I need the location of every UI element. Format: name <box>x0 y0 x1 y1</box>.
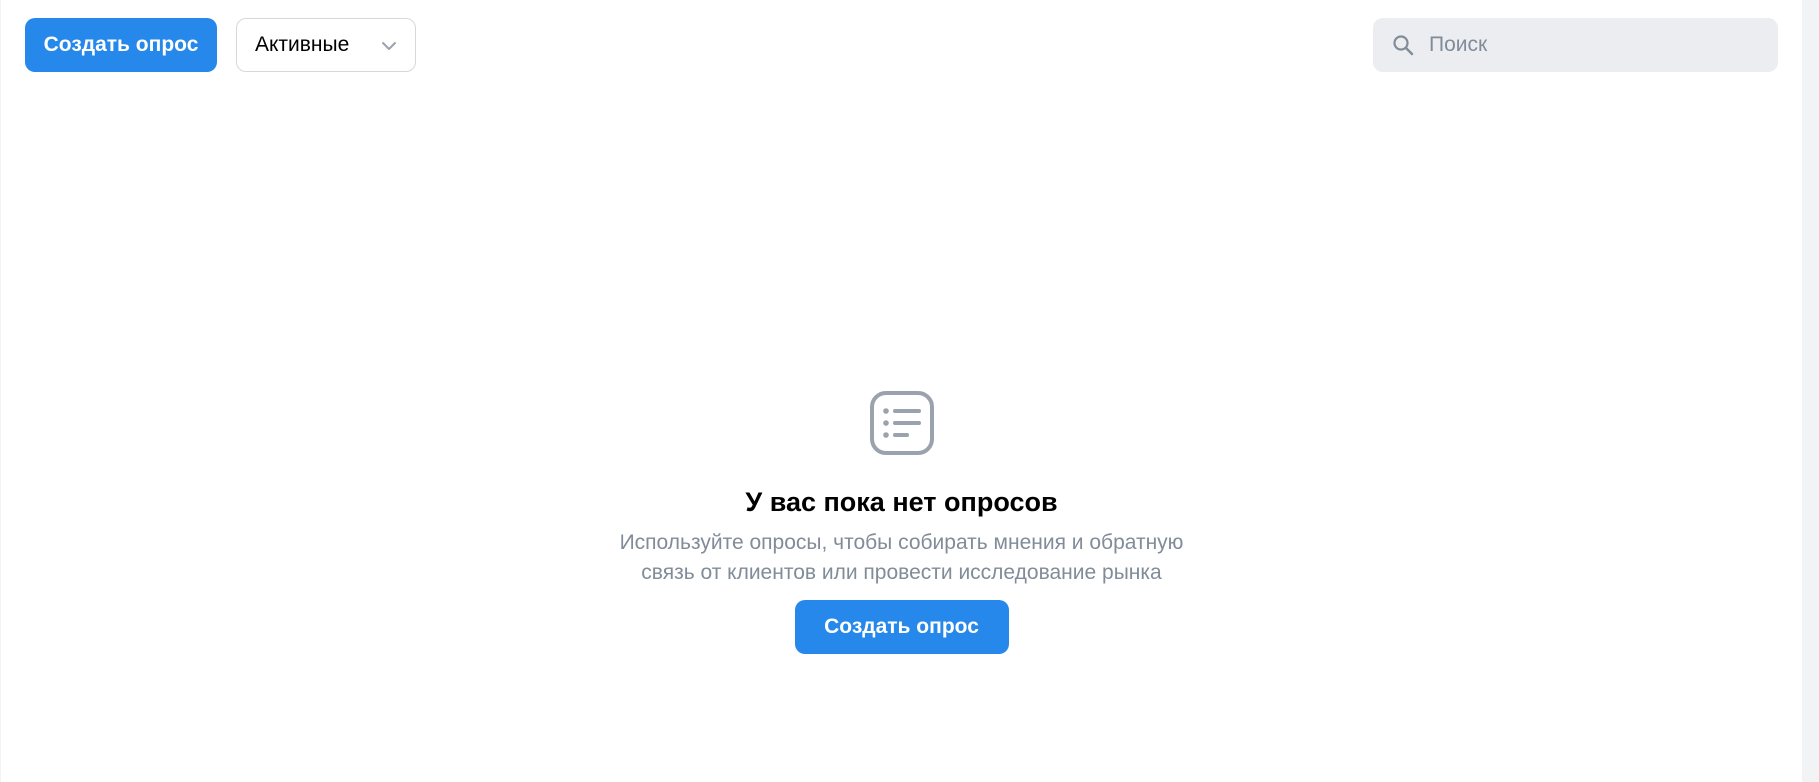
page-scrollbar-track[interactable] <box>1802 0 1819 782</box>
polls-panel: Создать опрос Активные У вас пока нет оп <box>1 0 1802 782</box>
chevron-down-icon <box>382 42 396 50</box>
empty-state-title: У вас пока нет опросов <box>745 487 1058 517</box>
toolbar: Создать опрос Активные <box>1 0 1802 90</box>
list-icon <box>869 391 934 455</box>
create-poll-button-center[interactable]: Создать опрос <box>794 600 1009 654</box>
search-input[interactable] <box>1429 33 1769 57</box>
empty-state-description: Используйте опросы, чтобы собирать мнени… <box>619 531 1184 584</box>
create-poll-button[interactable]: Создать опрос <box>25 18 217 72</box>
empty-state: У вас пока нет опросов Используйте опрос… <box>1 390 1802 654</box>
status-filter-value: Активные <box>255 33 350 56</box>
search-icon <box>1393 35 1414 56</box>
status-filter-select[interactable]: Активные <box>236 18 416 72</box>
search-field[interactable] <box>1373 18 1778 72</box>
